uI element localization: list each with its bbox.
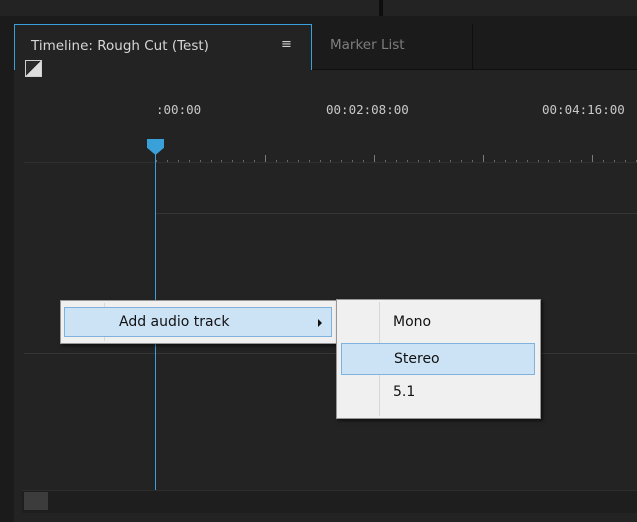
menu-item-label: Add audio track bbox=[119, 314, 230, 330]
timeline-settings-icon[interactable] bbox=[25, 60, 42, 77]
tab-marker-list-label: Marker List bbox=[330, 37, 405, 53]
timecode-label-mid: 00:02:08:00 bbox=[326, 102, 409, 117]
submenu: Mono Stereo 5.1 bbox=[336, 299, 541, 419]
track-divider bbox=[24, 353, 637, 354]
panel-divider[interactable] bbox=[379, 0, 383, 16]
ruler-tick bbox=[592, 155, 593, 162]
time-ruler[interactable] bbox=[156, 150, 637, 162]
submenu-item-mono[interactable]: Mono bbox=[340, 308, 535, 338]
horizontal-scrollbar[interactable] bbox=[22, 490, 637, 513]
scrollbar-thumb[interactable] bbox=[24, 492, 48, 510]
ruler-tick bbox=[483, 155, 484, 162]
menu-item-label: Stereo bbox=[394, 351, 440, 367]
chevron-right-icon bbox=[318, 319, 322, 327]
menu-item-label: Mono bbox=[393, 314, 432, 330]
context-menu: Add audio track bbox=[60, 300, 338, 344]
tab-marker-list[interactable]: Marker List bbox=[312, 24, 473, 69]
panel-menu-icon[interactable]: ≡ bbox=[281, 37, 292, 52]
submenu-item-5-1[interactable]: 5.1 bbox=[340, 380, 535, 410]
track-divider bbox=[156, 213, 637, 214]
timecode-label-end: 00:04:16:00 bbox=[542, 102, 625, 117]
menu-item-add-audio-track[interactable]: Add audio track bbox=[64, 307, 332, 337]
tab-timeline-label: Timeline: Rough Cut (Test) bbox=[31, 38, 209, 54]
panel-tab-bar: Timeline: Rough Cut (Test) ≡ Marker List bbox=[14, 24, 637, 70]
ruler-tick bbox=[265, 155, 266, 162]
submenu-item-stereo[interactable]: Stereo bbox=[341, 343, 535, 375]
timecode-label-start: :00:00 bbox=[156, 102, 202, 117]
workspace-top-strip bbox=[0, 0, 637, 16]
ruler-tick bbox=[374, 155, 375, 162]
tab-timeline[interactable]: Timeline: Rough Cut (Test) ≡ bbox=[14, 24, 312, 70]
menu-item-label: 5.1 bbox=[393, 384, 416, 400]
